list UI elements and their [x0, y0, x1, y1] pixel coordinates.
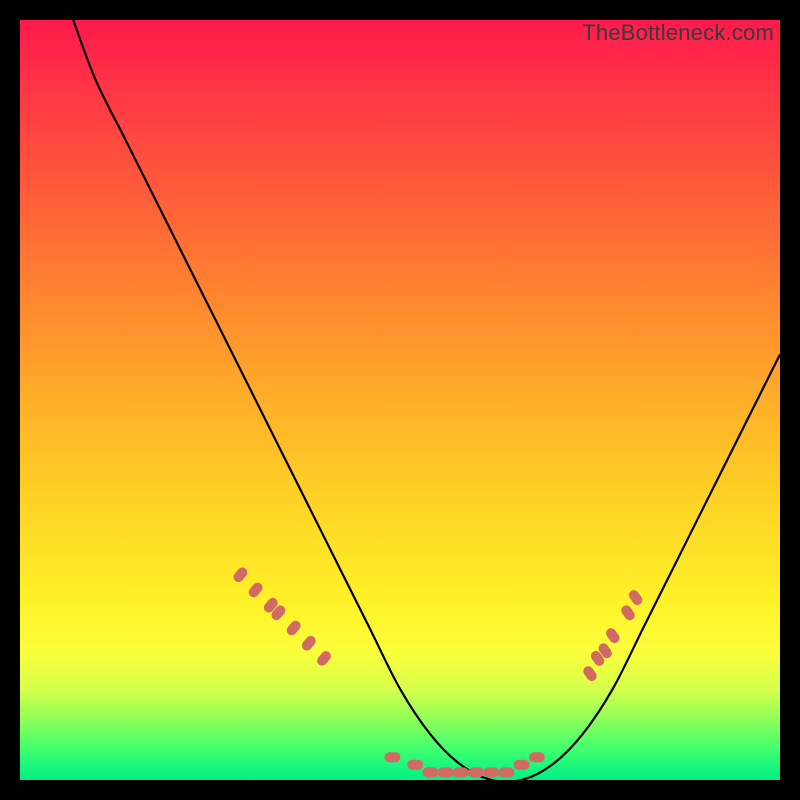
marker-dot — [231, 565, 249, 584]
chart-frame: TheBottleneck.com — [0, 0, 800, 800]
marker-dot — [247, 581, 265, 600]
marker-dot — [407, 760, 423, 770]
marker-dot — [604, 626, 621, 645]
curve-svg — [20, 20, 780, 780]
plot-area: TheBottleneck.com — [20, 20, 780, 780]
curve-line — [73, 20, 780, 780]
marker-dot — [529, 752, 545, 762]
marker-dot — [285, 619, 303, 638]
marker-dot — [315, 649, 333, 668]
marker-dot — [438, 767, 454, 777]
marker-dot — [619, 603, 636, 622]
marker-dot — [514, 760, 530, 770]
marker-dot — [384, 752, 400, 762]
marker-layer — [231, 565, 644, 777]
bottleneck-curve-path — [73, 20, 780, 780]
marker-dot — [468, 767, 484, 777]
marker-dot — [627, 588, 644, 607]
marker-dot — [483, 767, 499, 777]
marker-dot — [300, 634, 318, 653]
marker-dot — [581, 664, 598, 683]
marker-dot — [453, 767, 469, 777]
marker-dot — [498, 767, 514, 777]
marker-dot — [422, 767, 438, 777]
